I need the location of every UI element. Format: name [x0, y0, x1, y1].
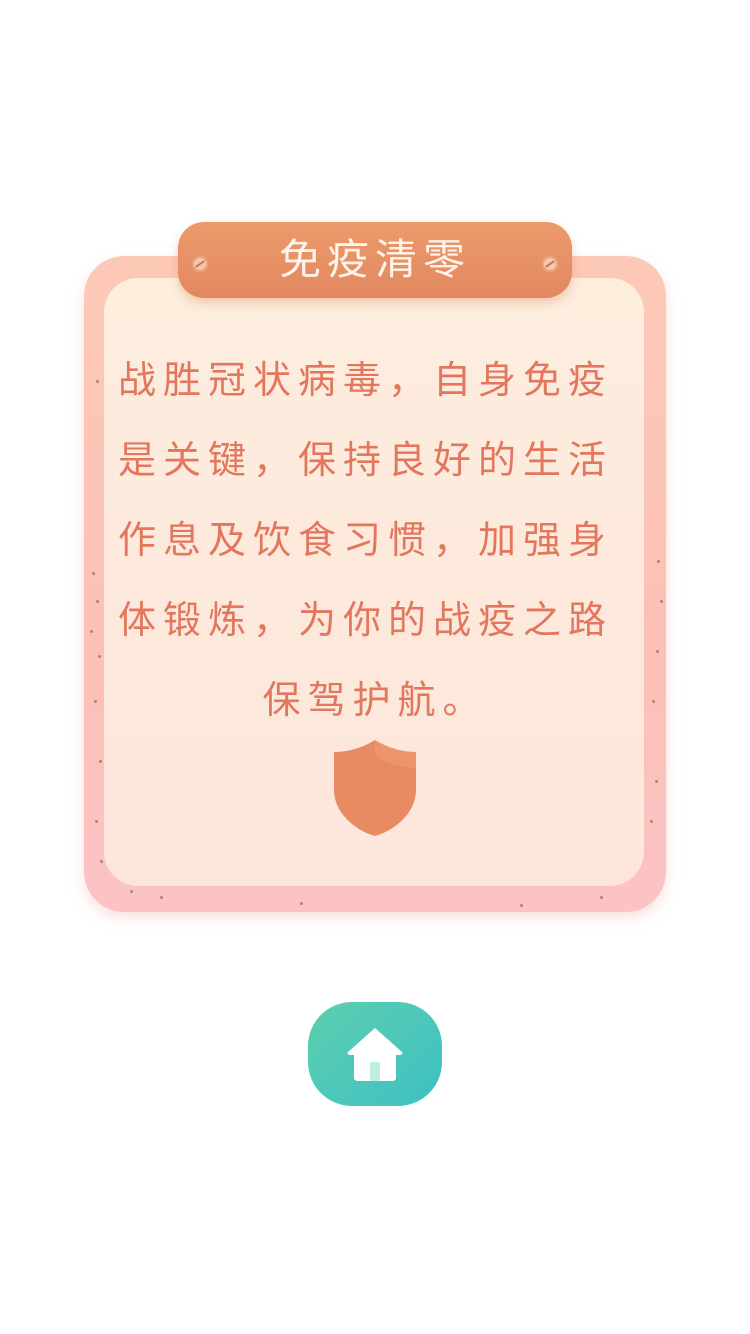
home-button[interactable]: [308, 1002, 442, 1106]
card-title: 免疫清零: [278, 235, 471, 284]
title-plaque: 免疫清零: [178, 222, 572, 298]
body-line: 体锻炼，为你的战疫之路: [118, 598, 614, 642]
screw-icon: [542, 256, 558, 272]
body-line: 是关键，保持良好的生活: [118, 438, 614, 482]
body-line: 保驾护航。: [262, 678, 488, 722]
page: 免疫清零 战胜冠状病毒，自身免疫 是关键，保持良好的生活 作息及饮食习惯，加强身…: [0, 0, 750, 1334]
body-line: 作息及饮食习惯，加强身: [118, 518, 614, 562]
home-icon: [345, 1024, 405, 1084]
shield-icon: [330, 738, 420, 838]
card-body-text: 战胜冠状病毒，自身免疫 是关键，保持良好的生活 作息及饮食习惯，加强身 体锻炼，…: [118, 340, 632, 740]
body-line: 战胜冠状病毒，自身免疫: [118, 358, 614, 402]
